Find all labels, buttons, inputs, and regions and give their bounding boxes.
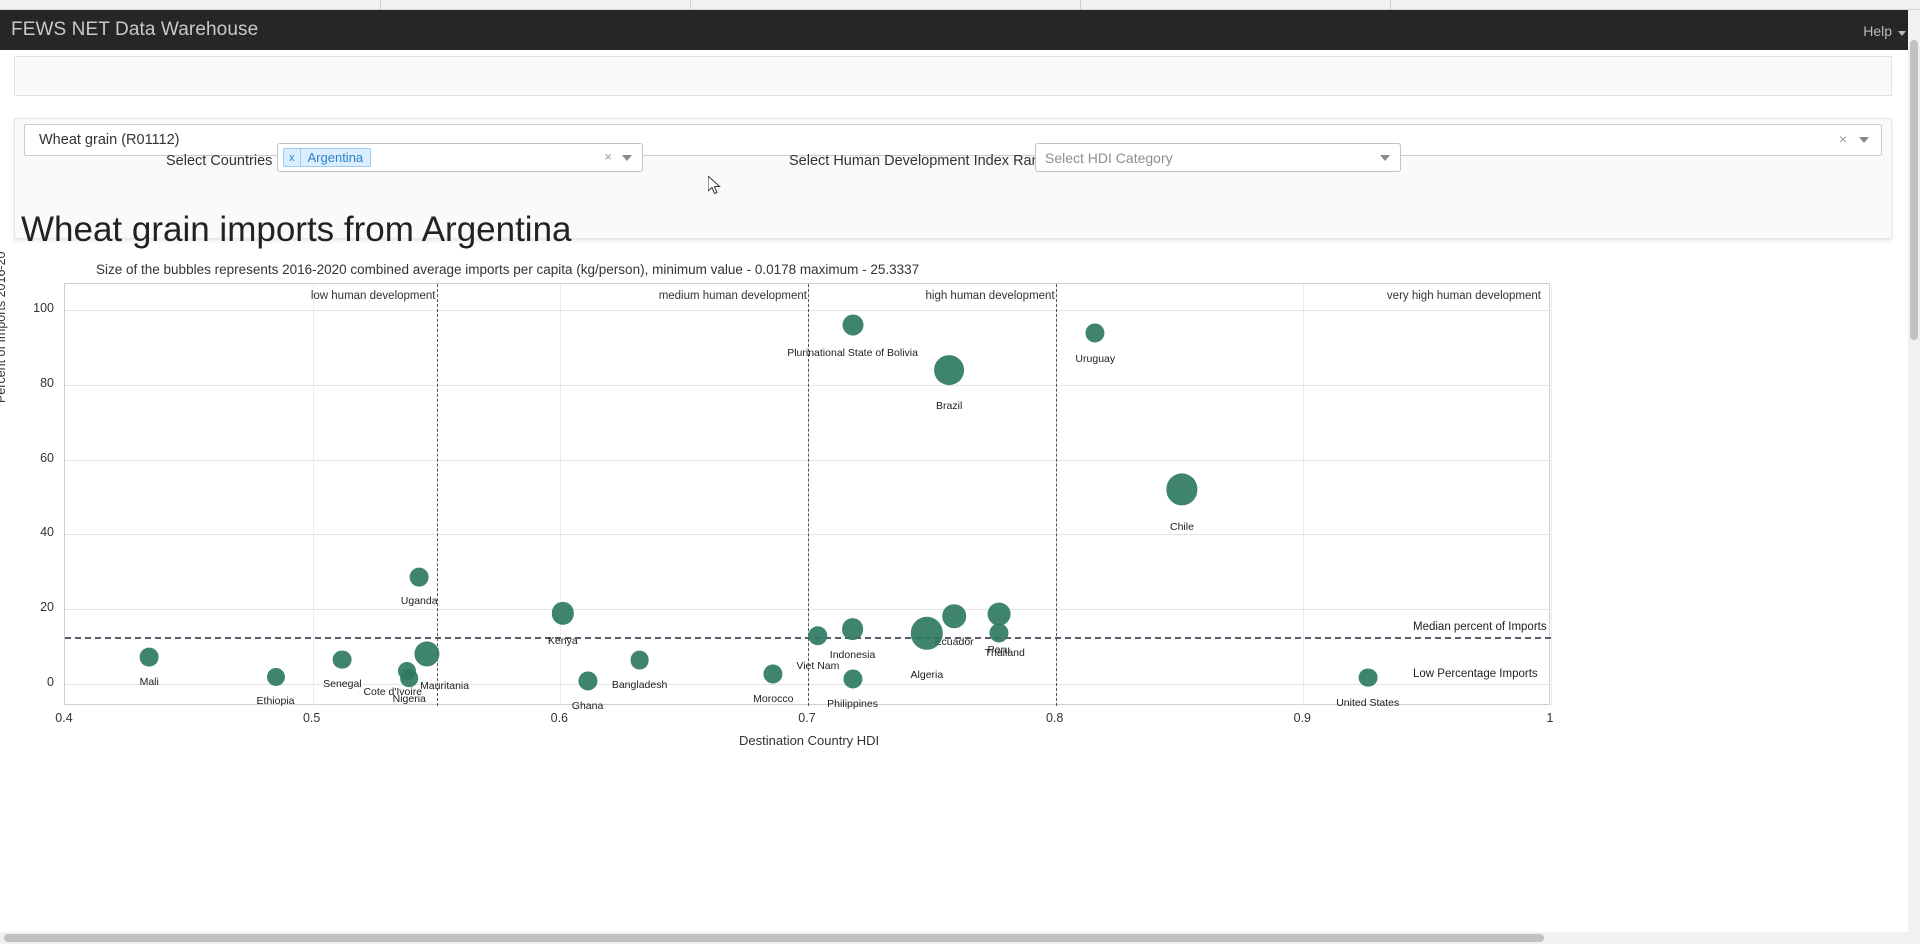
- bubble-label: Chile: [1170, 521, 1194, 533]
- bubble-chart: Percent of Imports 2016-20 Destination C…: [0, 283, 1920, 763]
- bubble-point[interactable]: [842, 619, 864, 641]
- bubble-point[interactable]: [843, 670, 862, 689]
- bubble-label: Nigeria: [393, 693, 426, 705]
- page-bottom-spacer: [0, 920, 1908, 932]
- chip-label: Argentina: [301, 149, 371, 166]
- app-title: FEWS NET Data Warehouse: [11, 19, 258, 41]
- bubble-label: Algeria: [911, 669, 944, 681]
- bubble-label: Philippines: [827, 698, 878, 710]
- horizontal-scrollbar[interactable]: [0, 932, 1908, 944]
- bubble-point[interactable]: [808, 626, 827, 645]
- country-chip-argentina[interactable]: x Argentina: [283, 148, 371, 167]
- browser-tab-strip: [0, 0, 1920, 10]
- y-axis-tick: 0: [14, 675, 54, 689]
- remove-chip-icon[interactable]: x: [284, 149, 301, 166]
- y-axis-label: Percent of Imports 2016-20: [0, 252, 8, 403]
- bubble-point[interactable]: [764, 664, 783, 683]
- gridline-vertical: [313, 284, 314, 706]
- x-axis-tick: 1: [1547, 711, 1554, 725]
- chevron-down-icon[interactable]: [1380, 155, 1390, 161]
- help-menu[interactable]: Help: [1863, 23, 1892, 39]
- y-axis-tick: 40: [14, 525, 54, 539]
- chevron-down-icon[interactable]: [1898, 31, 1906, 36]
- hdi-range-label: Select Human Development Index Range: [789, 153, 1056, 169]
- bubble-point[interactable]: [1086, 323, 1105, 342]
- bubble-label: Kenya: [548, 635, 578, 647]
- x-axis-tick: 0.5: [303, 711, 320, 725]
- bubble-point[interactable]: [552, 602, 574, 624]
- hdi-band-divider: [437, 284, 438, 706]
- mouse-cursor-icon: [708, 176, 722, 196]
- bubble-label: Uganda: [401, 595, 438, 607]
- x-axis-tick: 0.8: [1046, 711, 1063, 725]
- bubble-point[interactable]: [630, 651, 649, 670]
- hdi-band-label: low human development: [311, 290, 436, 302]
- app-navbar: FEWS NET Data Warehouse Help: [0, 10, 1920, 50]
- y-axis-tick: 80: [14, 376, 54, 390]
- hdi-category-select[interactable]: Select HDI Category: [1035, 143, 1401, 172]
- bubble-point[interactable]: [942, 605, 966, 629]
- clear-countries-icon[interactable]: ×: [604, 149, 612, 164]
- commodity-value: Wheat grain (R01112): [39, 132, 180, 148]
- plot-area: low human development medium human develo…: [64, 283, 1550, 705]
- bubble-point[interactable]: [989, 623, 1008, 642]
- bubble-point[interactable]: [987, 603, 1010, 626]
- bubble-label: United States: [1336, 697, 1399, 709]
- countries-label: Select Countries: [166, 153, 272, 169]
- low-imports-annotation: Low Percentage Imports: [1413, 668, 1538, 680]
- y-axis-tick: 100: [14, 301, 54, 315]
- vertical-scrollbar[interactable]: [1908, 10, 1920, 944]
- country-select[interactable]: x Argentina ×: [277, 143, 643, 172]
- bubble-point[interactable]: [1358, 668, 1377, 687]
- y-axis-tick: 60: [14, 451, 54, 465]
- bubble-label: Morocco: [753, 693, 793, 705]
- horizontal-scrollbar-thumb[interactable]: [4, 934, 1544, 942]
- bubble-point[interactable]: [578, 671, 597, 690]
- x-axis-label: Destination Country HDI: [739, 733, 879, 748]
- bubble-label: Brazil: [936, 400, 962, 412]
- bubble-point[interactable]: [1166, 474, 1197, 505]
- filter-panel-top: [14, 56, 1892, 96]
- gridline-vertical: [1303, 284, 1304, 706]
- vertical-scrollbar-thumb[interactable]: [1910, 40, 1918, 340]
- bubble-label: Ghana: [572, 700, 604, 712]
- bubble-point[interactable]: [934, 355, 964, 385]
- hdi-placeholder: Select HDI Category: [1045, 150, 1173, 166]
- bubble-label: Mauritania: [420, 680, 469, 692]
- bubble-point[interactable]: [140, 648, 159, 667]
- bubble-point[interactable]: [333, 650, 352, 669]
- bubble-point[interactable]: [842, 315, 863, 336]
- bubble-label: Mali: [140, 676, 159, 688]
- chart-subtitle: Size of the bubbles represents 2016-2020…: [96, 262, 919, 277]
- hdi-band-divider: [1056, 284, 1057, 706]
- clear-commodity-icon[interactable]: ×: [1839, 131, 1847, 147]
- x-axis-tick: 0.9: [1294, 711, 1311, 725]
- bubble-label: Ethiopia: [257, 695, 295, 707]
- x-axis-tick: 0.6: [551, 711, 568, 725]
- bubble-label: Viet Nam: [796, 660, 839, 672]
- page-title: Wheat grain imports from Argentina: [21, 210, 572, 250]
- chevron-down-icon[interactable]: [622, 155, 632, 161]
- bubble-point[interactable]: [414, 641, 439, 666]
- hdi-band-label: high human development: [926, 290, 1055, 302]
- bubble-label: Uruguay: [1075, 353, 1115, 365]
- x-axis-tick: 0.7: [798, 711, 815, 725]
- bubble-label: Plurinational State of Bolivia: [787, 347, 918, 359]
- gridline-vertical: [1551, 284, 1552, 706]
- bubble-label: Senegal: [323, 678, 362, 690]
- bubble-label: Thailand: [985, 647, 1025, 659]
- median-imports-annotation: Median percent of Imports: [1413, 621, 1547, 633]
- bubble-point[interactable]: [410, 568, 429, 587]
- hdi-band-label: very high human development: [1387, 290, 1541, 302]
- bubble-label: Bangladesh: [612, 679, 667, 691]
- bubble-point[interactable]: [400, 669, 418, 687]
- hdi-band-label: medium human development: [659, 290, 807, 302]
- chevron-down-icon[interactable]: [1859, 137, 1869, 143]
- bubble-point[interactable]: [266, 668, 284, 686]
- x-axis-tick: 0.4: [55, 711, 72, 725]
- y-axis-tick: 20: [14, 600, 54, 614]
